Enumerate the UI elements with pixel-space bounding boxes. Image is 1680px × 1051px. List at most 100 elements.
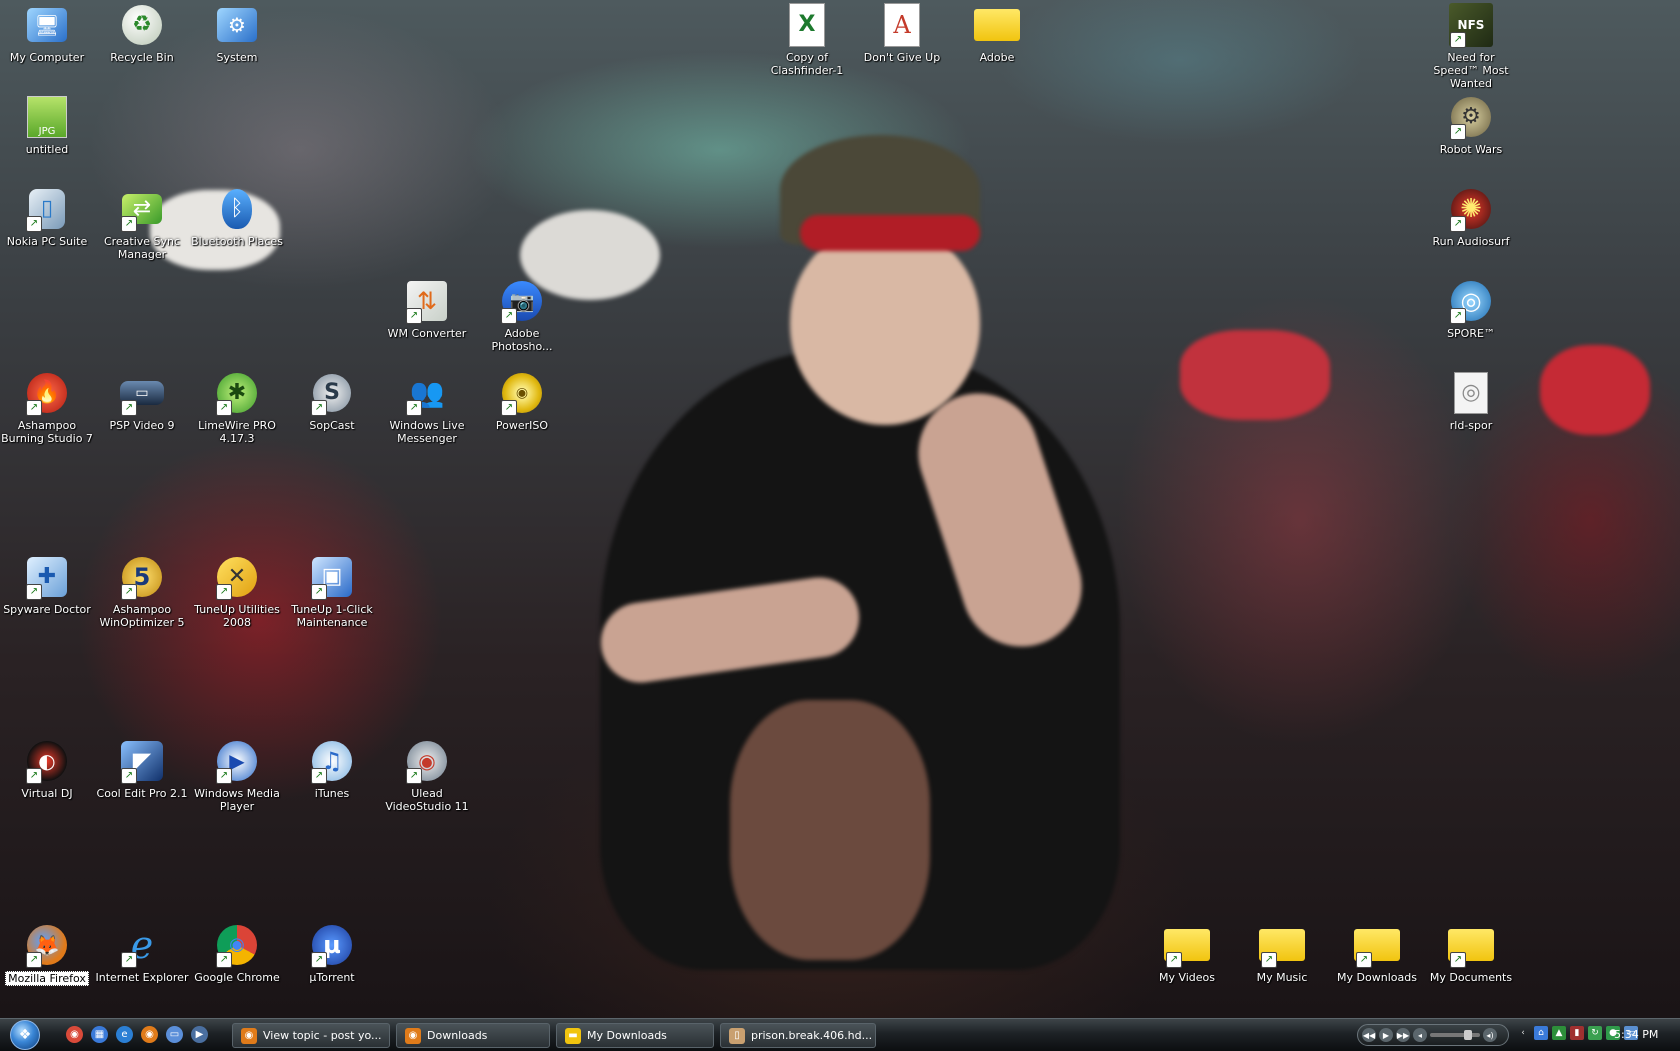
chrome-quicklaunch-icon[interactable]: ◉ (66, 1026, 83, 1043)
desktop-icon-label: Adobe Photosho... (491, 327, 553, 353)
show-hidden-icons-chevron-icon[interactable]: ‹ (1516, 1026, 1530, 1040)
mute-icon[interactable]: ◂ (1413, 1028, 1427, 1042)
wallpaper-performer-face (790, 225, 980, 425)
desktop-icon-tuneup-1-click[interactable]: ▣ ↗ TuneUp 1-Click Maintenance (285, 554, 379, 629)
desktop-icon-my-music[interactable]: ↗ My Music (1235, 922, 1329, 984)
shortcut-arrow-icon: ↗ (216, 584, 232, 600)
desktop-icon-itunes[interactable]: ♫ ↗ iTunes (285, 738, 379, 800)
desktop-icon-virtual-dj[interactable]: ◐ ↗ Virtual DJ (0, 738, 94, 800)
desktop-icon-creative-sync-manager[interactable]: ⇄ ↗ Creative Sync Manager (95, 186, 189, 261)
shortcut-arrow-icon: ↗ (26, 952, 42, 968)
task-prison-break-button[interactable]: ▯ prison.break.406.hd... (720, 1023, 876, 1048)
shortcut-arrow-icon: ↗ (1261, 952, 1277, 968)
my-computer-icon-glyph: 🖥 (27, 8, 67, 42)
taskbar-button-label: prison.break.406.hd... (751, 1029, 873, 1042)
psp-video-icon: ▭ ↗ (119, 370, 165, 416)
desktop-icon-my-videos[interactable]: ↗ My Videos (1140, 922, 1234, 984)
desktop-icon-recycle-bin[interactable]: ♻ Recycle Bin (95, 2, 189, 64)
volume-slider-knob[interactable] (1464, 1030, 1472, 1040)
task-my-downloads-button[interactable]: ▬ My Downloads (556, 1023, 714, 1048)
quick-launch-bar: ◉ ▦ e ◉ ▭ ▶ (66, 1026, 208, 1043)
desktop-icon-system[interactable]: ⚙ System (190, 2, 284, 64)
desktop-icon-run-audiosurf[interactable]: ✺ ↗ Run Audiosurf (1424, 186, 1518, 248)
desktop-icon-untitled[interactable]: JPG untitled (0, 94, 94, 156)
desktop-icon-mozilla-firefox[interactable]: 🦊 ↗ Mozilla Firefox (0, 922, 94, 986)
need-for-speed-icon: NFS ↗ (1448, 2, 1494, 48)
desktop-icon-google-chrome[interactable]: ◉ ↗ Google Chrome (190, 922, 284, 984)
desktop-icon-bluetooth-places[interactable]: ᛒ Bluetooth Places (190, 186, 284, 248)
desktop-icon-windows-media-player[interactable]: ▶ ↗ Windows Media Player (190, 738, 284, 813)
battery-icon[interactable]: ▮ (1570, 1026, 1584, 1040)
sync-icon[interactable]: ↻ (1588, 1026, 1602, 1040)
shield-icon[interactable]: ▲ (1552, 1026, 1566, 1040)
desktop-icon-ashampoo-winoptimizer[interactable]: 5 ↗ Ashampoo WinOptimizer 5 (95, 554, 189, 629)
task-downloads-icon: ◉ (405, 1027, 421, 1044)
shortcut-arrow-icon: ↗ (26, 768, 42, 784)
desktop-icon-my-computer[interactable]: 🖥 My Computer (0, 2, 94, 64)
desktop-icon-wm-converter[interactable]: ⇅ ↗ WM Converter (380, 278, 474, 340)
clock[interactable]: 5:34 PM (1614, 1028, 1658, 1041)
cool-edit-pro-icon: ◤ ↗ (119, 738, 165, 784)
desktop-icon-cool-edit-pro[interactable]: ◤ ↗ Cool Edit Pro 2.1 (95, 738, 189, 800)
desktop-icon-label: Cool Edit Pro 2.1 (96, 787, 188, 800)
desktop-icon-need-for-speed[interactable]: NFS ↗ Need for Speed™ Most Wanted (1424, 2, 1518, 90)
desktop-icon-internet-explorer[interactable]: e ↗ Internet Explorer (95, 922, 189, 984)
rld-spor-icon: ◎ (1448, 370, 1494, 416)
adobe-photoshop-icon: 📷 ↗ (499, 278, 545, 324)
desktop-icon-copy-of-clashfinder[interactable]: X Copy of Clashfinder-1 (760, 2, 854, 77)
desktop-icon-label: LimeWire PRO 4.17.3 (198, 419, 276, 445)
volume-icon[interactable]: ◂) (1483, 1028, 1497, 1042)
shortcut-arrow-icon: ↗ (1450, 216, 1466, 232)
task-downloads-button[interactable]: ◉ Downloads (396, 1023, 550, 1048)
desktop-icon-tuneup-utilities[interactable]: ✕ ↗ TuneUp Utilities 2008 (190, 554, 284, 629)
desktop-icon-label: Windows Live Messenger (389, 419, 465, 445)
network-icon[interactable]: ⌂ (1534, 1026, 1548, 1040)
desktop-icon-utorrent[interactable]: µ ↗ µTorrent (285, 922, 379, 984)
switch-windows-quicklaunch-icon[interactable]: ▭ (166, 1026, 183, 1043)
taskbar-button-label: Downloads (427, 1029, 488, 1042)
desktop-icon-label: My Music (1256, 971, 1308, 984)
desktop-icon-robot-wars[interactable]: ⚙ ↗ Robot Wars (1424, 94, 1518, 156)
desktop-icon-my-documents[interactable]: ↗ My Documents (1424, 922, 1518, 984)
task-view-topic-button[interactable]: ◉ View topic - post yo... (232, 1023, 390, 1048)
shortcut-arrow-icon: ↗ (311, 400, 327, 416)
desktop-icon-label: My Videos (1158, 971, 1216, 984)
desktop-icon-nokia-pc-suite[interactable]: ▯ ↗ Nokia PC Suite (0, 186, 94, 248)
firefox-quicklaunch-icon[interactable]: ◉ (141, 1026, 158, 1043)
desktop-icon-limewire-pro[interactable]: ✱ ↗ LimeWire PRO 4.17.3 (190, 370, 284, 445)
adobe-folder-icon-glyph (974, 9, 1020, 41)
shortcut-arrow-icon: ↗ (26, 216, 42, 232)
desktop-icon-dont-give-up[interactable]: A Don't Give Up (855, 2, 949, 64)
robot-wars-icon: ⚙ ↗ (1448, 94, 1494, 140)
desktop-icon-spyware-doctor[interactable]: ✚ ↗ Spyware Doctor (0, 554, 94, 616)
start-button[interactable]: ❖ (6, 1019, 44, 1051)
desktop-icon-label: My Computer (9, 51, 85, 64)
shortcut-arrow-icon: ↗ (1356, 952, 1372, 968)
desktop-icon-label: Virtual DJ (21, 787, 73, 800)
show-desktop-quicklaunch-icon[interactable]: ▦ (91, 1026, 108, 1043)
desktop-icon-psp-video[interactable]: ▭ ↗ PSP Video 9 (95, 370, 189, 432)
next-track-icon[interactable]: ▶▶ (1396, 1028, 1410, 1042)
desktop-icon-spore[interactable]: ◎ ↗ SPORE™ (1424, 278, 1518, 340)
volume-slider[interactable] (1430, 1030, 1480, 1040)
desktop-icon-rld-spor[interactable]: ◎ rld-spor (1424, 370, 1518, 432)
desktop-icon-sopcast[interactable]: S ↗ SopCast (285, 370, 379, 432)
play-icon[interactable]: ▶ (1379, 1028, 1393, 1042)
desktop-icon-poweriso[interactable]: ◉ ↗ PowerISO (475, 370, 569, 432)
shortcut-arrow-icon: ↗ (1166, 952, 1182, 968)
desktop-icon-ulead-videostudio[interactable]: ◉ ↗ Ulead VideoStudio 11 (380, 738, 474, 813)
desktop-icon-label: Need for Speed™ Most Wanted (1433, 51, 1509, 90)
media-quicklaunch-icon[interactable]: ▶ (191, 1026, 208, 1043)
previous-track-icon[interactable]: ◀◀ (1362, 1028, 1376, 1042)
desktop-icon-adobe-photoshop[interactable]: 📷 ↗ Adobe Photosho... (475, 278, 569, 353)
desktop-icon-adobe-folder[interactable]: Adobe (950, 2, 1044, 64)
desktop-icon-ashampoo-burning-studio[interactable]: 🔥 ↗ Ashampoo Burning Studio 7 (0, 370, 94, 445)
copy-of-clashfinder-icon: X (784, 2, 830, 48)
desktop-icon-my-downloads[interactable]: ↗ My Downloads (1330, 922, 1424, 984)
shortcut-arrow-icon: ↗ (311, 584, 327, 600)
shortcut-arrow-icon: ↗ (1450, 308, 1466, 324)
itunes-icon: ♫ ↗ (309, 738, 355, 784)
ie-quicklaunch-icon[interactable]: e (116, 1026, 133, 1043)
poweriso-icon: ◉ ↗ (499, 370, 545, 416)
desktop-icon-windows-live-messenger[interactable]: 👥 ↗ Windows Live Messenger (380, 370, 474, 446)
